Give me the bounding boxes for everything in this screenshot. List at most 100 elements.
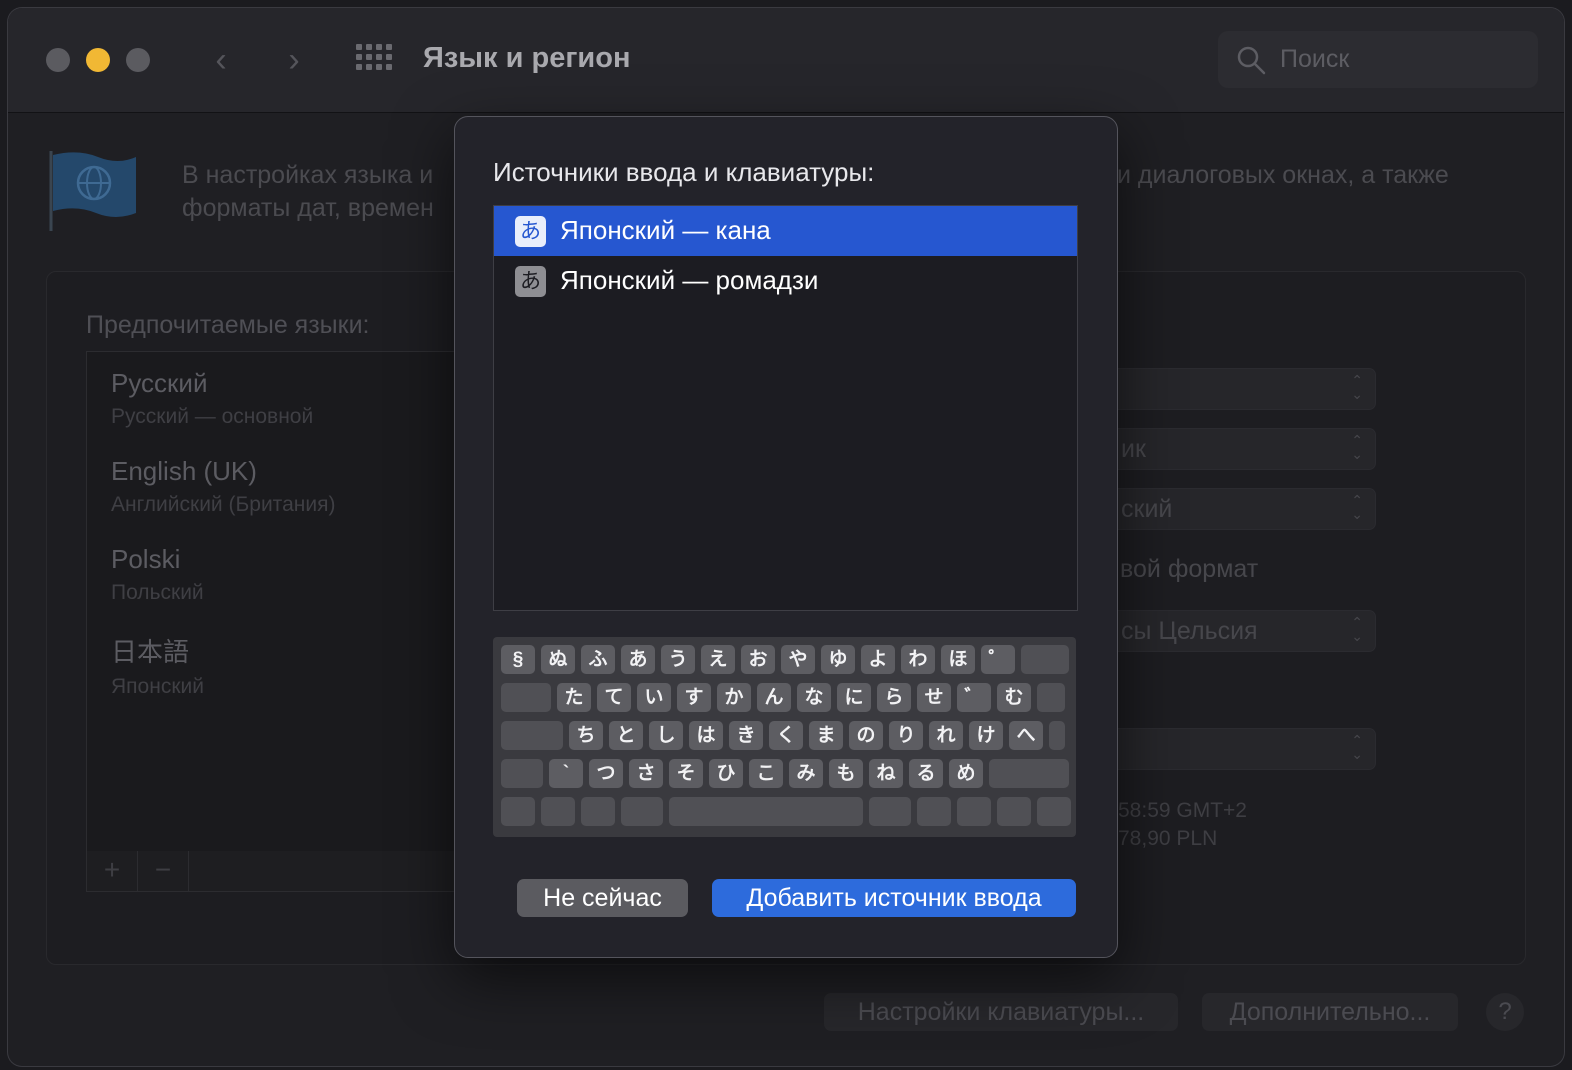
updown-chevron-icon: ⌃ ⌄ bbox=[1351, 372, 1363, 402]
keyboard-key-modifier bbox=[501, 797, 535, 826]
keyboard-key-modifier bbox=[501, 683, 551, 712]
help-button[interactable]: ? bbox=[1486, 993, 1524, 1031]
forward-chevron-icon[interactable]: › bbox=[274, 38, 314, 82]
keyboard-key-modifier bbox=[1037, 797, 1071, 826]
keyboard-key: わ bbox=[901, 645, 935, 674]
keyboard-key-modifier bbox=[501, 759, 543, 788]
keyboard-key: か bbox=[717, 683, 751, 712]
keyboard-key: ん bbox=[757, 683, 791, 712]
keyboard-key-modifier bbox=[621, 797, 663, 826]
minimize-button[interactable] bbox=[86, 48, 110, 72]
keyboard-key: け bbox=[969, 721, 1003, 750]
time-format-label: вой формат bbox=[1120, 555, 1259, 583]
close-button[interactable] bbox=[46, 48, 70, 72]
search-field[interactable]: Поиск bbox=[1218, 31, 1538, 88]
keyboard-key: く bbox=[769, 721, 803, 750]
keyboard-key: そ bbox=[669, 759, 703, 788]
keyboard-key: お bbox=[741, 645, 775, 674]
keyboard-key: め bbox=[949, 759, 983, 788]
keyboard-key-modifier bbox=[669, 797, 863, 826]
keyboard-key: さ bbox=[629, 759, 663, 788]
hiragana-a-icon: あ bbox=[515, 216, 546, 247]
add-input-source-button[interactable]: Добавить источник ввода bbox=[712, 879, 1076, 917]
keyboard-key: こ bbox=[749, 759, 783, 788]
keyboard-key: れ bbox=[929, 721, 963, 750]
keyboard-key-modifier bbox=[997, 797, 1031, 826]
keyboard-key: う bbox=[661, 645, 695, 674]
search-icon bbox=[1237, 46, 1266, 75]
keyboard-key: ゜ bbox=[981, 645, 1015, 674]
languages-list-toolbar: + − bbox=[86, 851, 468, 892]
keyboard-key: ひ bbox=[709, 759, 743, 788]
keyboard-key: ふ bbox=[581, 645, 615, 674]
sample-number: 78,90 PLN bbox=[1118, 827, 1218, 850]
keyboard-key: し bbox=[649, 721, 683, 750]
keyboard-key: ら bbox=[877, 683, 911, 712]
keyboard-key: た bbox=[557, 683, 591, 712]
show-all-grid-icon[interactable] bbox=[356, 44, 392, 80]
preferred-languages-list[interactable]: Русский Русский — основной English (UK) … bbox=[86, 351, 468, 853]
search-placeholder: Поиск bbox=[1280, 45, 1350, 73]
keyboard-key: の bbox=[849, 721, 883, 750]
keyboard-key: よ bbox=[861, 645, 895, 674]
keyboard-key-modifier bbox=[869, 797, 911, 826]
keyboard-key: む bbox=[997, 683, 1031, 712]
list-item[interactable]: 日本語 Японский bbox=[111, 632, 204, 699]
remove-language-button[interactable]: − bbox=[138, 851, 189, 891]
zoom-button[interactable] bbox=[126, 48, 150, 72]
keyboard-key: と bbox=[609, 721, 643, 750]
keyboard-key: ち bbox=[569, 721, 603, 750]
list-item[interactable]: English (UK) Английский (Британия) bbox=[111, 456, 335, 517]
keyboard-key: せ bbox=[917, 683, 951, 712]
keyboard-key: つ bbox=[589, 759, 623, 788]
updown-chevron-icon: ⌃ ⌄ bbox=[1351, 432, 1363, 462]
keyboard-key: あ bbox=[621, 645, 655, 674]
keyboard-key: ほ bbox=[941, 645, 975, 674]
list-item[interactable]: Русский Русский — основной bbox=[111, 368, 313, 429]
list-item[interactable]: Polski Польский bbox=[111, 544, 204, 605]
advanced-button[interactable]: Дополнительно... bbox=[1202, 993, 1458, 1031]
list-item-japanese-romaji[interactable]: あ Японский — ромадзи bbox=[494, 256, 1077, 306]
keyboard-key: ゆ bbox=[821, 645, 855, 674]
keyboard-key: や bbox=[781, 645, 815, 674]
keyboard-key: へ bbox=[1009, 721, 1043, 750]
updown-chevron-icon: ⌃ ⌄ bbox=[1351, 614, 1363, 644]
hiragana-a-icon: あ bbox=[515, 266, 546, 297]
keyboard-key-modifier bbox=[541, 797, 575, 826]
window-title: Язык и регион bbox=[423, 42, 631, 74]
keyboard-key: ゛ bbox=[957, 683, 991, 712]
keyboard-key-modifier bbox=[581, 797, 615, 826]
keyboard-key: な bbox=[797, 683, 831, 712]
keyboard-key-modifier bbox=[989, 759, 1069, 788]
not-now-button[interactable]: Не сейчас bbox=[517, 879, 688, 917]
keyboard-key: え bbox=[701, 645, 735, 674]
keyboard-key: ま bbox=[809, 721, 843, 750]
keyboard-settings-button[interactable]: Настройки клавиатуры... bbox=[824, 993, 1178, 1031]
add-language-button[interactable]: + bbox=[87, 851, 138, 891]
input-sources-list[interactable]: あ Японский — кана あ Японский — ромадзи bbox=[493, 205, 1078, 611]
keyboard-key: ぬ bbox=[541, 645, 575, 674]
list-item-japanese-kana[interactable]: あ Японский — кана bbox=[494, 206, 1077, 256]
preferred-languages-label: Предпочитаемые языки: bbox=[86, 311, 370, 339]
updown-chevron-icon: ⌃ ⌄ bbox=[1351, 732, 1363, 762]
updown-chevron-icon: ⌃ ⌄ bbox=[1351, 492, 1363, 522]
keyboard-key: § bbox=[501, 645, 535, 674]
keyboard-key-modifier bbox=[957, 797, 991, 826]
input-sources-sheet: Источники ввода и клавиатуры: あ Японский… bbox=[454, 116, 1118, 958]
keyboard-key-modifier bbox=[917, 797, 951, 826]
keyboard-key: ね bbox=[869, 759, 903, 788]
keyboard-key: は bbox=[689, 721, 723, 750]
keyboard-key: る bbox=[909, 759, 943, 788]
keyboard-key-modifier bbox=[501, 721, 563, 750]
back-chevron-icon[interactable]: ‹ bbox=[201, 38, 241, 82]
keyboard-layout-preview: § ぬふあうえおやゆよわほ゜たていすかんなにらせ゛むちとしはきくまのりれけへ ` つさ… bbox=[493, 637, 1076, 837]
keyboard-key-modifier bbox=[1037, 683, 1065, 712]
globe-flag-icon bbox=[49, 151, 136, 231]
sheet-title: Источники ввода и клавиатуры: bbox=[493, 157, 875, 187]
keyboard-key: て bbox=[597, 683, 631, 712]
keyboard-key: み bbox=[789, 759, 823, 788]
keyboard-key: に bbox=[837, 683, 871, 712]
keyboard-key-modifier bbox=[1021, 645, 1069, 674]
keyboard-key: も bbox=[829, 759, 863, 788]
keyboard-key: す bbox=[677, 683, 711, 712]
